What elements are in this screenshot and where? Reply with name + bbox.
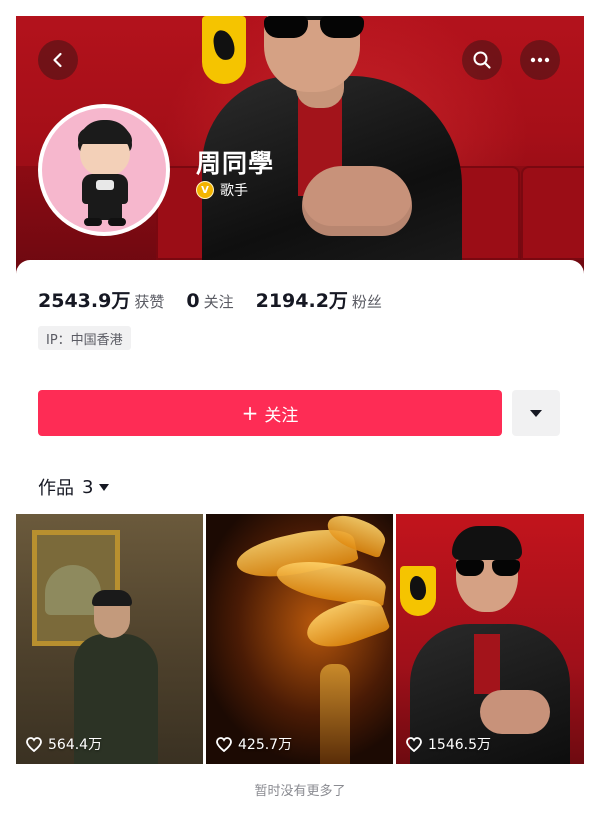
stat-value: 2194.2万 <box>255 290 348 312</box>
stat-label: 获赞 <box>134 293 165 311</box>
chevron-left-icon <box>53 52 62 68</box>
plus-icon: + <box>241 401 259 425</box>
stat-followers[interactable]: 2194.2万 粉丝 <box>256 286 382 313</box>
stat-following[interactable]: 0 关注 <box>186 290 233 312</box>
follow-button[interactable]: + 关注 <box>38 390 502 436</box>
likes-count: 425.7万 <box>238 737 293 753</box>
stat-label: 关注 <box>203 293 234 311</box>
search-icon <box>473 51 491 69</box>
stat-likes[interactable]: 2543.9万 获赞 <box>38 286 164 313</box>
likes-count: 564.4万 <box>48 737 103 753</box>
banner-person-hands <box>302 166 412 236</box>
profile-role: V 歌手 <box>196 180 248 200</box>
banner-seat <box>521 166 584 260</box>
profile-banner: 周同學 V 歌手 <box>16 16 584 284</box>
video-likes: 564.4万 <box>26 734 102 754</box>
video-grid: 564.4万 425.7万 1546.5万 <box>16 514 584 764</box>
ferrari-logo-icon <box>400 566 436 616</box>
heart-icon <box>406 736 422 752</box>
follow-dropdown-button[interactable] <box>512 390 560 436</box>
heart-icon <box>216 736 232 752</box>
video-likes: 425.7万 <box>216 734 292 754</box>
back-button[interactable] <box>38 40 78 80</box>
video-tile[interactable]: 425.7万 <box>206 514 393 764</box>
works-tab-label: 作品 <box>38 478 74 499</box>
video-tile[interactable]: 1546.5万 <box>396 514 584 764</box>
video-tile[interactable]: 564.4万 <box>16 514 203 764</box>
more-options-button[interactable] <box>520 40 560 80</box>
profile-name: 周同學 <box>196 149 275 178</box>
verified-icon: V <box>196 181 214 199</box>
works-count: 3 <box>82 476 94 498</box>
banner-person-sunglasses <box>264 16 364 38</box>
thumbnail-statue <box>320 664 350 764</box>
thumbnail-person-hair <box>452 526 522 560</box>
ip-location-tag: IP：中国香港 <box>38 326 131 350</box>
thumbnail-person-shirt <box>474 634 500 694</box>
more-dots-icon <box>530 57 550 63</box>
no-more-content-text: 暂时没有更多了 <box>254 784 346 799</box>
thumbnail-person-hair <box>92 590 132 606</box>
stat-label: 粉丝 <box>351 293 382 311</box>
caret-down-icon <box>99 483 110 491</box>
thumbnail-person-hands <box>480 690 550 734</box>
follow-label: 关注 <box>264 405 299 426</box>
search-button[interactable] <box>462 40 502 80</box>
profile-content: 2543.9万 获赞 0 关注 2194.2万 粉丝 IP：中国香港 + 关注 … <box>16 260 584 801</box>
profile-screen: 周同學 V 歌手 2543.9万 获赞 0 关注 2194.2万 粉丝 IP：中… <box>16 16 584 801</box>
caret-down-icon <box>530 409 542 417</box>
role-label: 歌手 <box>220 183 248 199</box>
tab-works[interactable]: 作品 3 <box>38 474 110 500</box>
stat-value: 0 <box>186 290 200 312</box>
profile-stats: 2543.9万 获赞 0 关注 2194.2万 粉丝 <box>38 286 404 313</box>
thumbnail-person-sunglasses <box>456 560 520 576</box>
likes-count: 1546.5万 <box>428 737 491 753</box>
ferrari-logo-icon <box>202 16 246 84</box>
avatar-image <box>42 108 166 232</box>
heart-icon <box>26 736 42 752</box>
stat-value: 2543.9万 <box>38 290 131 312</box>
video-likes: 1546.5万 <box>406 734 491 754</box>
avatar[interactable] <box>38 104 170 236</box>
